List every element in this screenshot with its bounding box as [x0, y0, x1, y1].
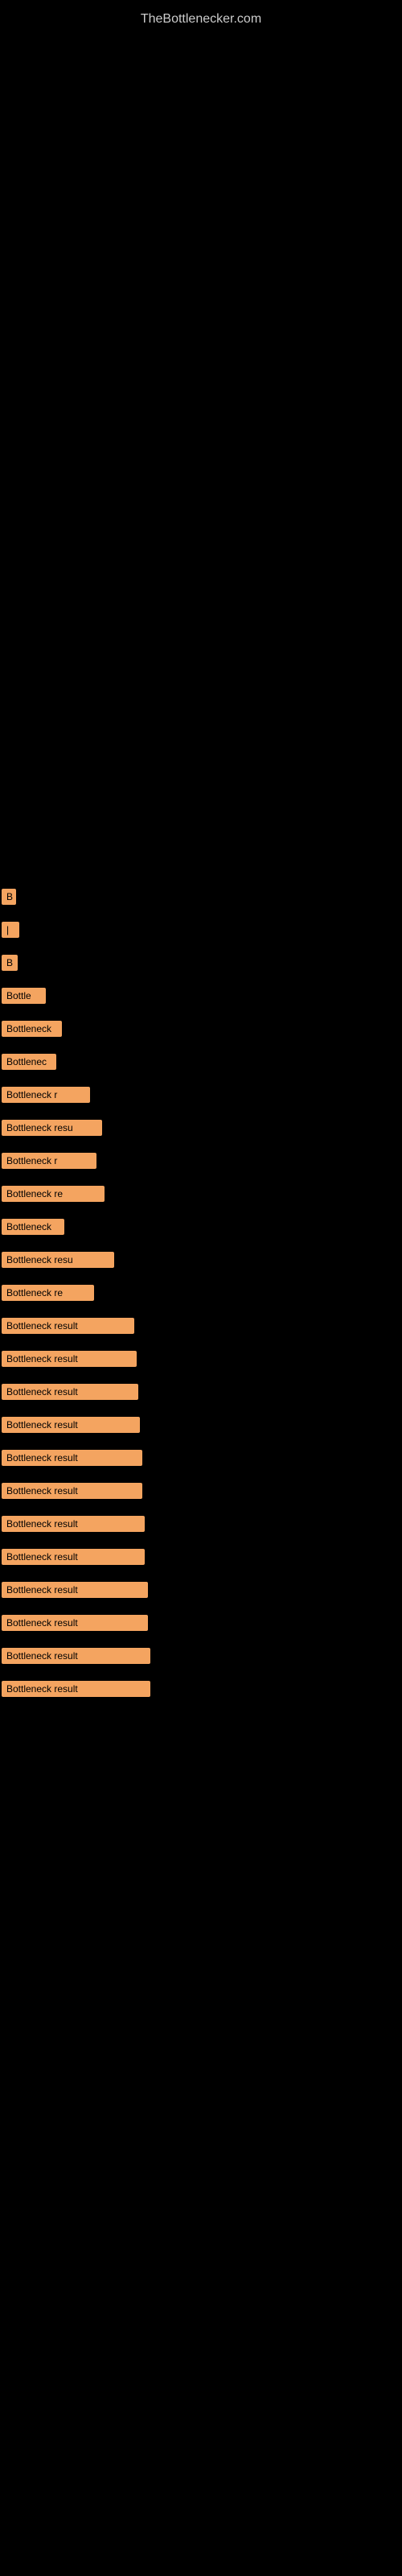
bottleneck-result-bar[interactable]: B	[2, 889, 16, 905]
bottleneck-result-bar[interactable]: Bottlenec	[2, 1054, 56, 1070]
list-item: Bottleneck r	[0, 1084, 402, 1110]
bottleneck-result-bar[interactable]: Bottleneck result	[2, 1681, 150, 1697]
site-title: TheBottlenecker.com	[0, 4, 402, 35]
bottleneck-result-bar[interactable]: Bottleneck result	[2, 1450, 142, 1466]
list-item: Bottleneck result	[0, 1546, 402, 1572]
list-item: B	[0, 952, 402, 978]
list-item: Bottleneck re	[0, 1282, 402, 1308]
list-item: Bottleneck result	[0, 1381, 402, 1407]
list-item: Bottleneck r	[0, 1150, 402, 1176]
bottleneck-result-bar[interactable]: Bottleneck r	[2, 1087, 90, 1103]
bottleneck-result-bar[interactable]: Bottleneck re	[2, 1186, 105, 1202]
list-item: Bottleneck resu	[0, 1117, 402, 1143]
bottleneck-result-bar[interactable]: Bottleneck result	[2, 1516, 145, 1532]
list-item: Bottleneck result	[0, 1513, 402, 1539]
bottleneck-result-bar[interactable]: B	[2, 955, 18, 971]
list-item: |	[0, 919, 402, 945]
bottleneck-result-bar[interactable]: Bottleneck result	[2, 1417, 140, 1433]
bars-container: B | B Bottle Bottleneck Bottlenec Bottleneck r…	[0, 886, 402, 1711]
bottleneck-result-bar[interactable]: Bottleneck result	[2, 1648, 150, 1664]
bottleneck-result-bar[interactable]: Bottle	[2, 988, 46, 1004]
list-item: Bottleneck result	[0, 1678, 402, 1704]
list-item: Bottleneck result	[0, 1315, 402, 1341]
list-item: Bottleneck	[0, 1018, 402, 1044]
list-item: Bottleneck result	[0, 1414, 402, 1440]
bottleneck-result-bar[interactable]: Bottleneck result	[2, 1615, 148, 1631]
bottleneck-result-bar[interactable]: Bottleneck re	[2, 1285, 94, 1301]
bottleneck-result-bar[interactable]: Bottleneck result	[2, 1549, 145, 1565]
bottleneck-result-bar[interactable]: Bottleneck result	[2, 1582, 148, 1598]
list-item: B	[0, 886, 402, 912]
bottleneck-result-bar[interactable]: Bottleneck result	[2, 1384, 138, 1400]
list-item: Bottleneck	[0, 1216, 402, 1242]
list-item: Bottleneck result	[0, 1612, 402, 1638]
list-item: Bottlenec	[0, 1051, 402, 1077]
list-item: Bottle	[0, 985, 402, 1011]
list-item: Bottleneck resu	[0, 1249, 402, 1275]
bottleneck-result-bar[interactable]: Bottleneck	[2, 1219, 64, 1235]
list-item: Bottleneck result	[0, 1480, 402, 1506]
bottleneck-result-bar[interactable]: Bottleneck result	[2, 1318, 134, 1334]
bottleneck-result-bar[interactable]: Bottleneck resu	[2, 1120, 102, 1136]
bottleneck-result-bar[interactable]: |	[2, 922, 19, 938]
bottleneck-result-bar[interactable]: Bottleneck result	[2, 1351, 137, 1367]
list-item: Bottleneck result	[0, 1348, 402, 1374]
bottleneck-result-bar[interactable]: Bottleneck resu	[2, 1252, 114, 1268]
bottleneck-result-bar[interactable]: Bottleneck r	[2, 1153, 96, 1169]
list-item: Bottleneck result	[0, 1645, 402, 1671]
list-item: Bottleneck re	[0, 1183, 402, 1209]
bottleneck-result-bar[interactable]: Bottleneck	[2, 1021, 62, 1037]
bottleneck-result-bar[interactable]: Bottleneck result	[2, 1483, 142, 1499]
list-item: Bottleneck result	[0, 1579, 402, 1605]
list-item: Bottleneck result	[0, 1447, 402, 1473]
